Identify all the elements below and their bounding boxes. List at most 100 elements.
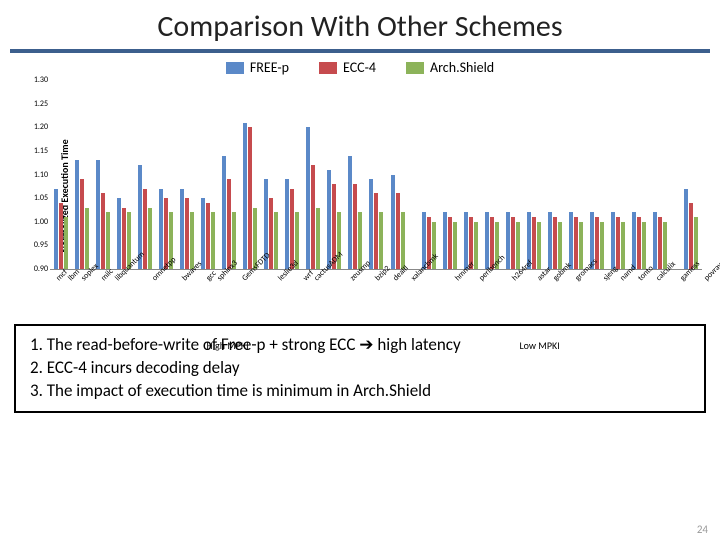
legend-item-archshield: Arch.Shield <box>406 59 494 76</box>
legend-label: FREE-p <box>250 59 289 76</box>
bar-group <box>366 80 387 269</box>
bar-group <box>608 80 629 269</box>
bar <box>374 193 378 269</box>
bar <box>80 179 84 269</box>
bar <box>274 212 278 269</box>
bar <box>511 217 515 269</box>
bar-group <box>418 80 439 269</box>
bar-group <box>134 80 155 269</box>
bar <box>248 127 252 269</box>
legend: FREE-p ECC-4 Arch.Shield <box>0 57 720 80</box>
bar <box>396 193 400 269</box>
bar <box>391 175 395 270</box>
bar-group <box>502 80 523 269</box>
bar <box>54 189 58 269</box>
bar <box>306 127 310 269</box>
bar <box>159 189 163 269</box>
bar <box>206 203 210 269</box>
page-title: Comparison With Other Schemes <box>0 0 720 49</box>
bar <box>553 217 557 269</box>
bar-group <box>460 80 481 269</box>
notes-box: The read-before-write of Free-p + strong… <box>14 324 706 413</box>
bar-group <box>587 80 608 269</box>
bar <box>311 165 315 269</box>
note-item: The read-before-write of Free-p + strong… <box>30 334 694 357</box>
note-item: The impact of execution time is minimum … <box>30 380 694 403</box>
bar-group <box>92 80 113 269</box>
bar <box>101 193 105 269</box>
bar <box>201 198 205 269</box>
x-tick-label: povray <box>702 260 720 283</box>
bar <box>485 212 489 269</box>
bar <box>653 212 657 269</box>
bar <box>85 208 89 269</box>
bar-group <box>261 80 282 269</box>
bar-group <box>481 80 502 269</box>
plot-area: 0.900.951.001.051.101.151.201.251.30 <box>50 80 702 270</box>
bar <box>632 212 636 269</box>
bar <box>148 208 152 269</box>
bar <box>75 160 79 269</box>
bar-group <box>113 80 134 269</box>
legend-label: Arch.Shield <box>430 59 494 76</box>
bar <box>117 198 121 269</box>
chart: Normalized Execution Time 0.900.951.001.… <box>50 80 702 312</box>
bar <box>537 222 541 269</box>
x-labels: mcflbmsoplexmilclibquantumomnetppbwavesg… <box>50 272 702 282</box>
bar-group <box>71 80 92 269</box>
page-number: 24 <box>697 523 708 536</box>
bar <box>574 217 578 269</box>
bar-group <box>650 80 671 269</box>
bar-group <box>324 80 345 269</box>
bar <box>290 189 294 269</box>
bar <box>532 217 536 269</box>
bar <box>684 189 688 269</box>
swatch-icon <box>319 62 337 74</box>
bar <box>348 156 352 269</box>
caption-high-mpki: High MPKI <box>206 339 248 352</box>
bar <box>243 123 247 269</box>
bar <box>642 222 646 269</box>
bar <box>621 222 625 269</box>
bar-group <box>176 80 197 269</box>
notes-list: The read-before-write of Free-p + strong… <box>26 334 694 403</box>
legend-item-freep: FREE-p <box>226 59 289 76</box>
legend-item-ecc4: ECC-4 <box>319 59 376 76</box>
bar-group <box>155 80 176 269</box>
title-rule <box>10 49 710 53</box>
swatch-icon <box>226 62 244 74</box>
bar-group <box>303 80 324 269</box>
bar-group <box>219 80 240 269</box>
bar-group <box>439 80 460 269</box>
bar <box>353 184 357 269</box>
legend-label: ECC-4 <box>343 59 376 76</box>
bar-group <box>240 80 261 269</box>
bar-group <box>345 80 366 269</box>
y-ticks: 0.900.951.001.051.101.151.201.251.30 <box>20 80 48 269</box>
bar-group <box>50 80 71 269</box>
bar-group <box>629 80 650 269</box>
bar <box>227 179 231 269</box>
bar <box>579 222 583 269</box>
bar <box>401 212 405 269</box>
swatch-icon <box>406 62 424 74</box>
bar-group <box>681 80 702 269</box>
bar <box>474 222 478 269</box>
bar <box>616 217 620 269</box>
bar-group <box>523 80 544 269</box>
bar <box>611 212 615 269</box>
bar <box>96 160 100 269</box>
bar <box>689 203 693 269</box>
bar-group <box>282 80 303 269</box>
bar <box>548 212 552 269</box>
bar <box>558 222 562 269</box>
bar <box>379 212 383 269</box>
bar <box>285 179 289 269</box>
note-item: ECC-4 incurs decoding delay <box>30 357 694 380</box>
bar <box>190 212 194 269</box>
bar-group <box>197 80 218 269</box>
bar-groups <box>50 80 702 269</box>
bar <box>106 212 110 269</box>
bar <box>637 217 641 269</box>
bar <box>369 179 373 269</box>
